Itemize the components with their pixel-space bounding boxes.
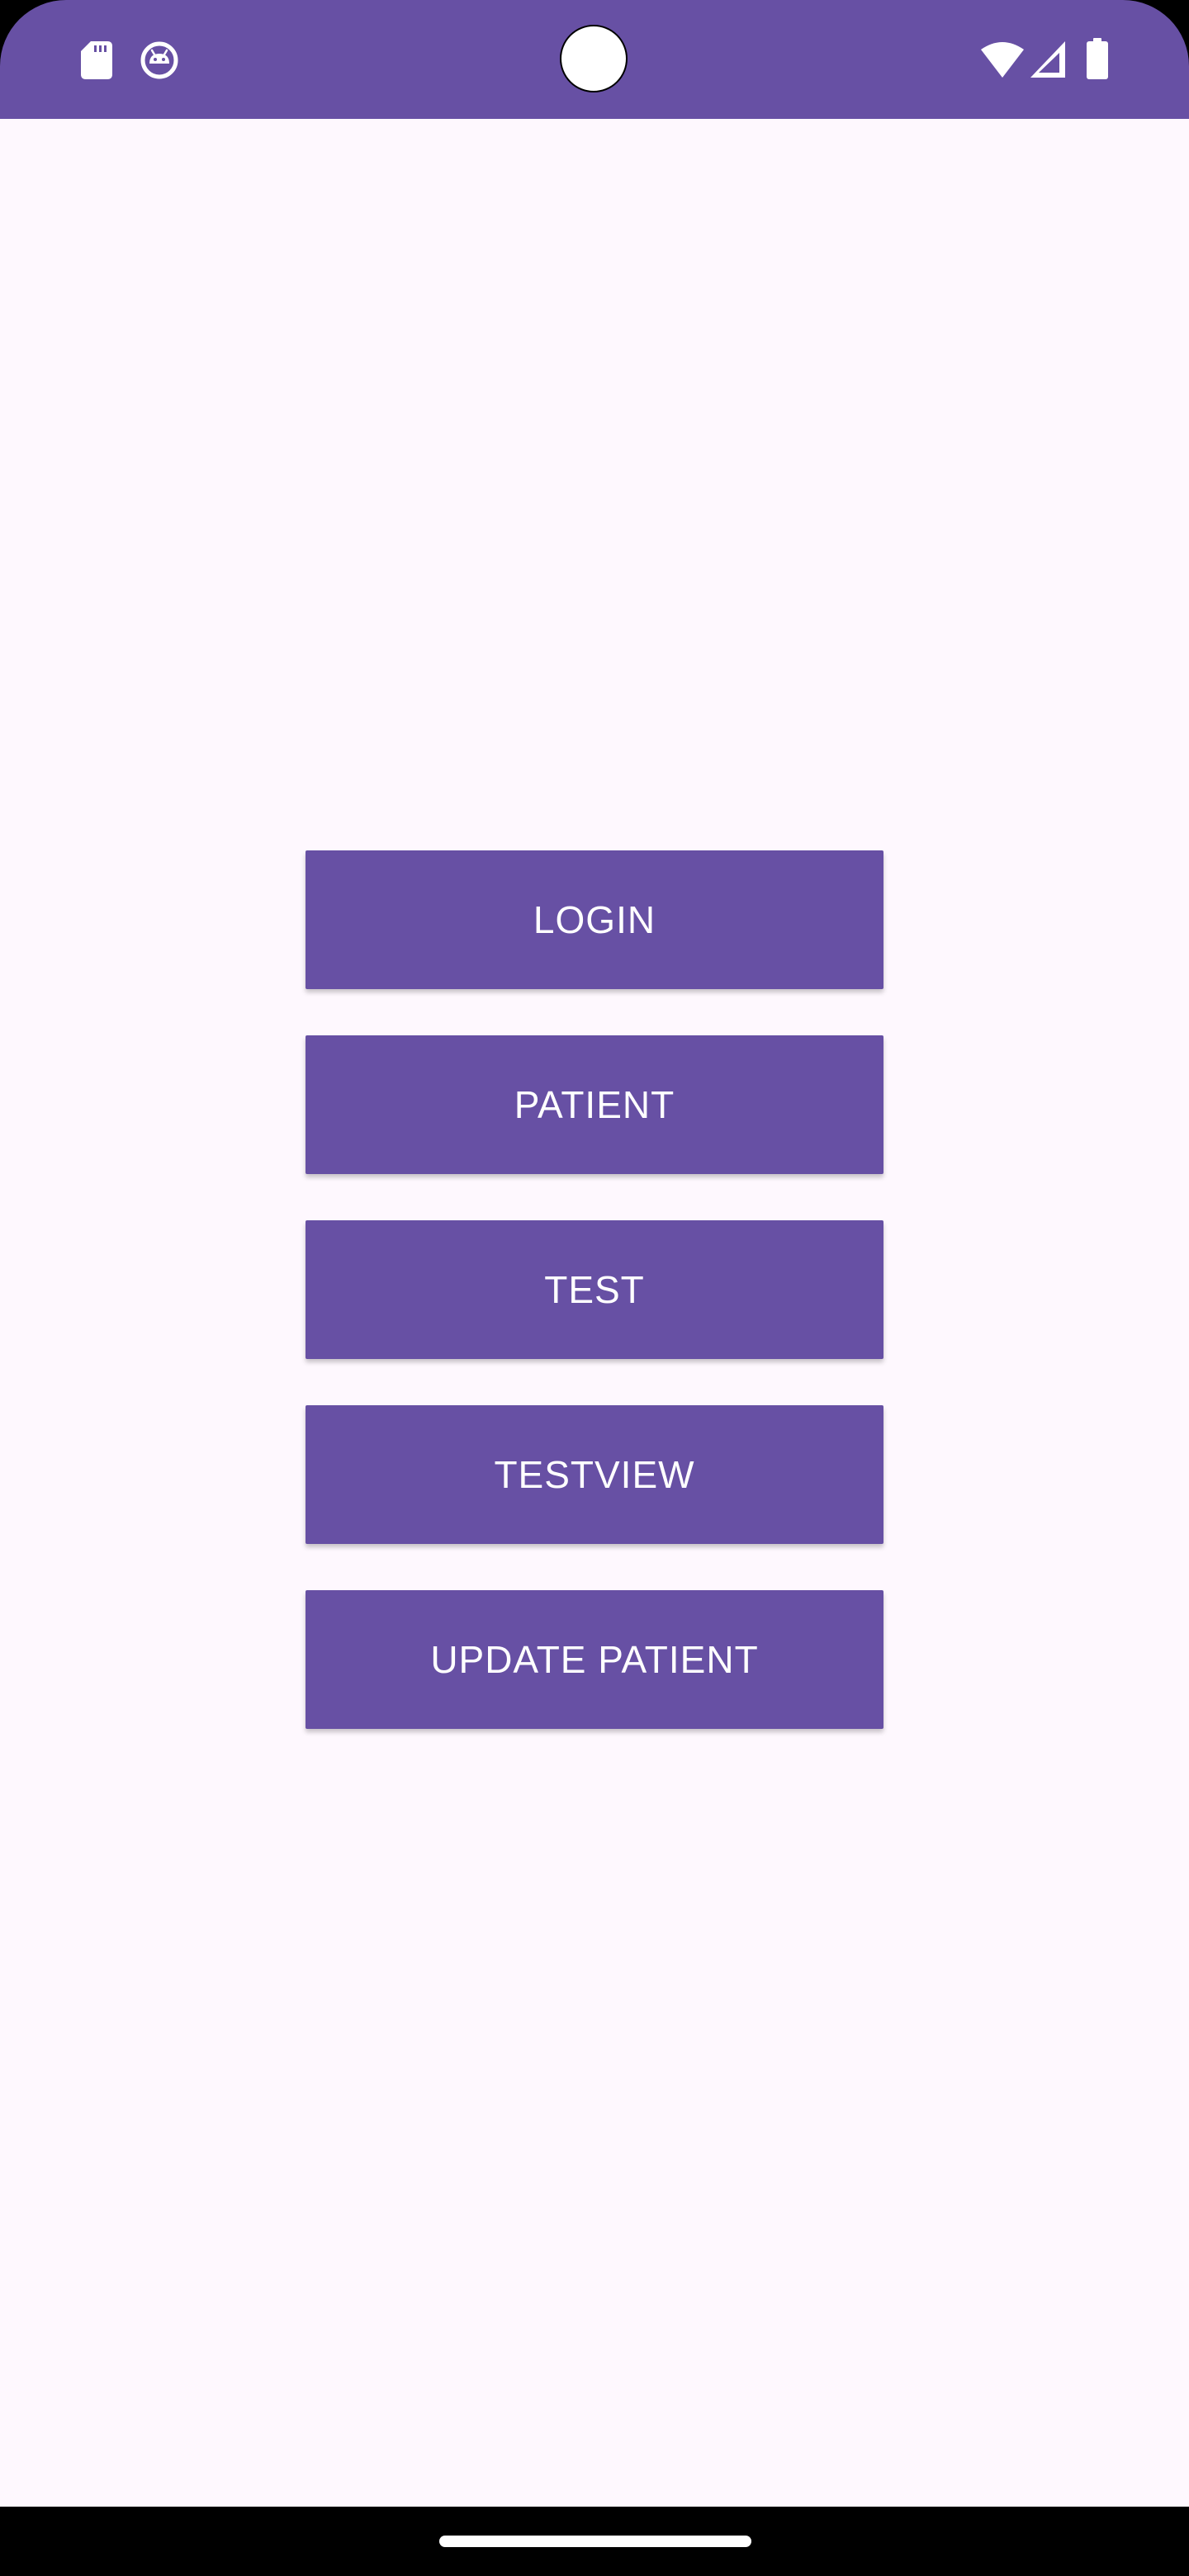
cellular-signal-icon bbox=[1030, 41, 1065, 78]
testview-button[interactable]: TESTVIEW bbox=[306, 1405, 883, 1544]
camera-cutout bbox=[560, 25, 628, 92]
home-gesture-handle[interactable] bbox=[439, 2536, 751, 2547]
test-button[interactable]: TEST bbox=[306, 1220, 883, 1359]
android-debug-icon bbox=[140, 41, 178, 79]
update-patient-button[interactable]: UPDATE PATIENT bbox=[306, 1590, 883, 1729]
wifi-icon bbox=[981, 42, 1024, 78]
patient-button[interactable]: PATIENT bbox=[306, 1035, 883, 1174]
app-screen: LOGIN PATIENT TEST TESTVIEW UPDATE PATIE… bbox=[0, 0, 1189, 2576]
sd-card-icon bbox=[81, 41, 112, 79]
main-content: LOGIN PATIENT TEST TESTVIEW UPDATE PATIE… bbox=[0, 119, 1189, 2507]
login-button[interactable]: LOGIN bbox=[306, 850, 883, 989]
status-bar bbox=[0, 0, 1189, 119]
battery-icon bbox=[1087, 38, 1108, 79]
